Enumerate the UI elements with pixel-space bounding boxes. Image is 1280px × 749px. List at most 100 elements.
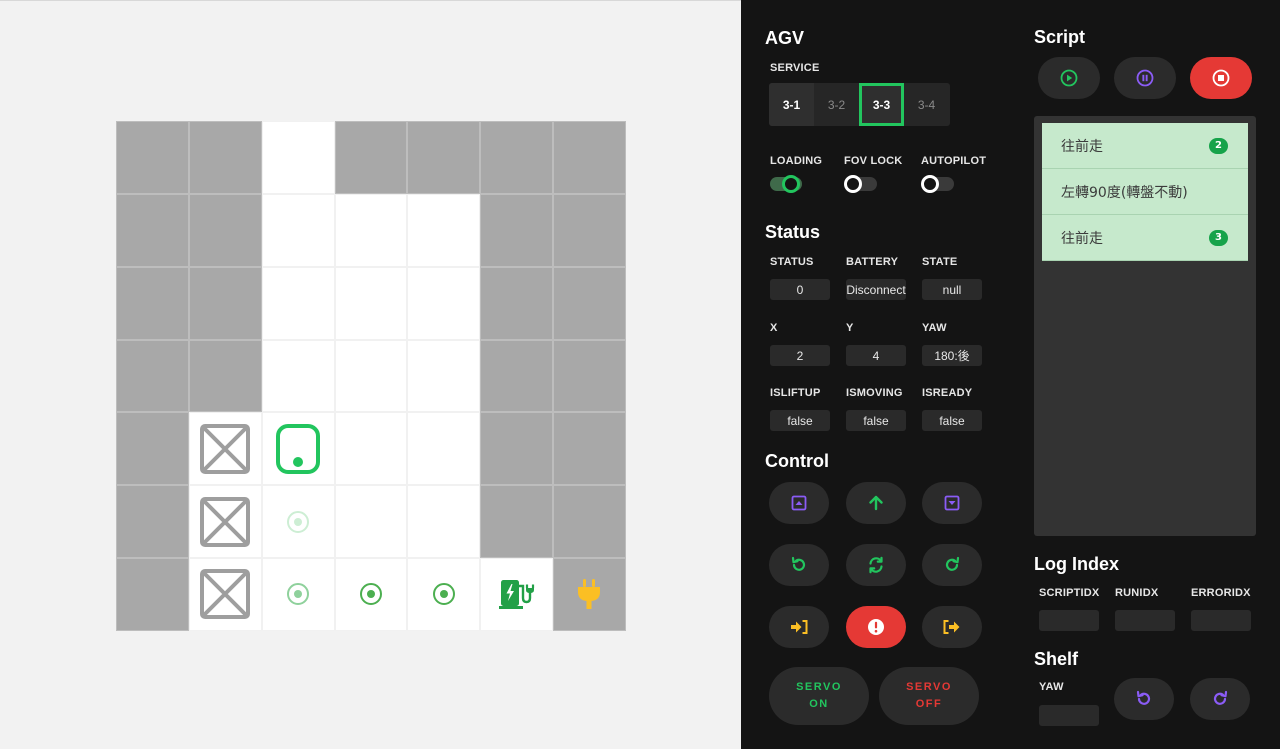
map-cell-wall[interactable]	[334, 121, 408, 194]
script-title: Script	[1034, 27, 1086, 47]
map-cell-waypoint[interactable]	[334, 558, 408, 631]
script-step-text: 往前走	[1061, 138, 1103, 155]
emergency-stop-button[interactable]	[846, 606, 906, 648]
map-cell-wall[interactable]	[553, 266, 626, 340]
map-cell-wall[interactable]	[553, 412, 626, 486]
map-cell-wall[interactable]	[480, 266, 554, 340]
erroridx-label: ERRORIDX	[1191, 587, 1251, 599]
script-list[interactable]: 往前走 2 左轉90度(轉盤不動) 往前走 3	[1034, 116, 1256, 536]
plug-icon	[578, 579, 601, 610]
service-tab-3-1[interactable]: 3-1	[769, 83, 814, 126]
service-label: SERVICE	[770, 62, 820, 74]
autopilot-toggle[interactable]	[921, 175, 954, 193]
map-cell-floor[interactable]	[407, 485, 481, 559]
map-cell-wall[interactable]	[480, 193, 554, 267]
script-pause-button[interactable]	[1114, 57, 1176, 99]
script-step-1[interactable]: 往前走 2	[1042, 123, 1248, 169]
rotate-right-button[interactable]	[922, 544, 982, 586]
rotate-left-icon	[1136, 690, 1151, 705]
map-cell-wall[interactable]	[480, 121, 554, 194]
map-cell-floor[interactable]	[261, 121, 335, 194]
map-cell-wall[interactable]	[188, 339, 262, 413]
map-cell-floor[interactable]	[261, 193, 335, 267]
map-cell-wall[interactable]	[553, 193, 626, 267]
map-cell-floor[interactable]	[334, 412, 408, 486]
control-title: Control	[765, 451, 829, 471]
servo-off-button[interactable]: SERVO OFF	[879, 667, 979, 725]
map-cell-wall[interactable]	[188, 193, 262, 267]
waypoint-icon	[287, 510, 310, 533]
script-stop-button[interactable]	[1190, 57, 1252, 99]
map-cell-agv[interactable]	[261, 412, 335, 486]
map-cell-floor[interactable]	[407, 339, 481, 413]
pause-icon	[1136, 69, 1154, 87]
map-cell-waypoint-faded[interactable]	[261, 485, 335, 559]
map-cell-wall[interactable]	[480, 412, 554, 486]
map-cell-floor[interactable]	[407, 266, 481, 340]
isliftup-label: ISLIFTUP	[770, 387, 821, 399]
map-cell-wall[interactable]	[116, 412, 189, 486]
map-cell-shelf[interactable]	[188, 558, 262, 631]
map-cell-floor[interactable]	[334, 266, 408, 340]
servo-on-button[interactable]: SERVO ON	[769, 667, 869, 725]
map-cell-wall[interactable]	[480, 339, 554, 413]
service-tab-3-4[interactable]: 3-4	[904, 83, 949, 126]
map-cell-floor[interactable]	[334, 193, 408, 267]
rotate-180-icon	[869, 556, 883, 574]
map-cell-wall[interactable]	[188, 266, 262, 340]
map-cell-wall[interactable]	[116, 193, 189, 267]
map-cell-waypoint-light[interactable]	[261, 558, 335, 631]
map-cell-floor[interactable]	[334, 485, 408, 559]
map-cell-wall[interactable]	[116, 266, 189, 340]
servo-on-line2: ON	[809, 698, 829, 710]
rotate-180-button[interactable]	[846, 544, 906, 586]
emergency-icon	[868, 619, 884, 635]
runidx-value	[1115, 610, 1175, 631]
map-cell-floor[interactable]	[407, 412, 481, 486]
script-step-3[interactable]: 往前走 3	[1042, 215, 1248, 261]
map-cell-wall[interactable]	[553, 339, 626, 413]
forward-button[interactable]	[846, 482, 906, 524]
map-cell-wall[interactable]	[480, 485, 554, 559]
map-cell-waypoint[interactable]	[407, 558, 481, 631]
map-cell-wall[interactable]	[553, 485, 626, 559]
fov-lock-toggle[interactable]	[844, 175, 877, 193]
map-grid[interactable]	[116, 121, 626, 631]
shelf-rotate-left-button[interactable]	[1114, 678, 1174, 720]
map-cell-charger[interactable]	[480, 558, 554, 631]
script-step-2[interactable]: 左轉90度(轉盤不動)	[1042, 169, 1248, 215]
servo-off-line1: SERVO	[906, 681, 952, 693]
ismoving-label: ISMOVING	[846, 387, 903, 399]
x-value: 2	[770, 345, 830, 366]
service-tab-3-3[interactable]: 3-3	[859, 83, 904, 126]
map-cell-floor[interactable]	[407, 193, 481, 267]
map-cell-floor[interactable]	[334, 339, 408, 413]
map-cell-wall[interactable]	[188, 121, 262, 194]
map-cell-shelf[interactable]	[188, 412, 262, 486]
enter-button[interactable]	[769, 606, 829, 648]
map-cell-wall[interactable]	[116, 485, 189, 559]
lift-down-button[interactable]	[922, 482, 982, 524]
map-cell-shelf[interactable]	[188, 485, 262, 559]
lift-down-icon	[944, 495, 960, 511]
shelf-rotate-right-button[interactable]	[1190, 678, 1250, 720]
map-cell-wall[interactable]	[116, 121, 189, 194]
lift-up-button[interactable]	[769, 482, 829, 524]
stop-icon	[1212, 69, 1230, 87]
map-cell-wall[interactable]	[553, 121, 626, 194]
map-cell-floor[interactable]	[261, 266, 335, 340]
map-cell-plug[interactable]	[553, 558, 626, 631]
map-cell-floor[interactable]	[261, 339, 335, 413]
lift-up-icon	[791, 495, 807, 511]
script-step-text: 左轉90度(轉盤不動)	[1061, 184, 1188, 201]
map-cell-wall[interactable]	[116, 339, 189, 413]
map-cell-wall[interactable]	[407, 121, 481, 194]
script-play-button[interactable]	[1038, 57, 1100, 99]
shelf-icon	[200, 496, 251, 547]
service-tab-3-2[interactable]: 3-2	[814, 83, 859, 126]
rotate-left-button[interactable]	[769, 544, 829, 586]
map-cell-wall[interactable]	[116, 558, 189, 631]
servo-on-line1: SERVO	[796, 681, 842, 693]
loading-toggle[interactable]	[770, 175, 802, 193]
exit-button[interactable]	[922, 606, 982, 648]
